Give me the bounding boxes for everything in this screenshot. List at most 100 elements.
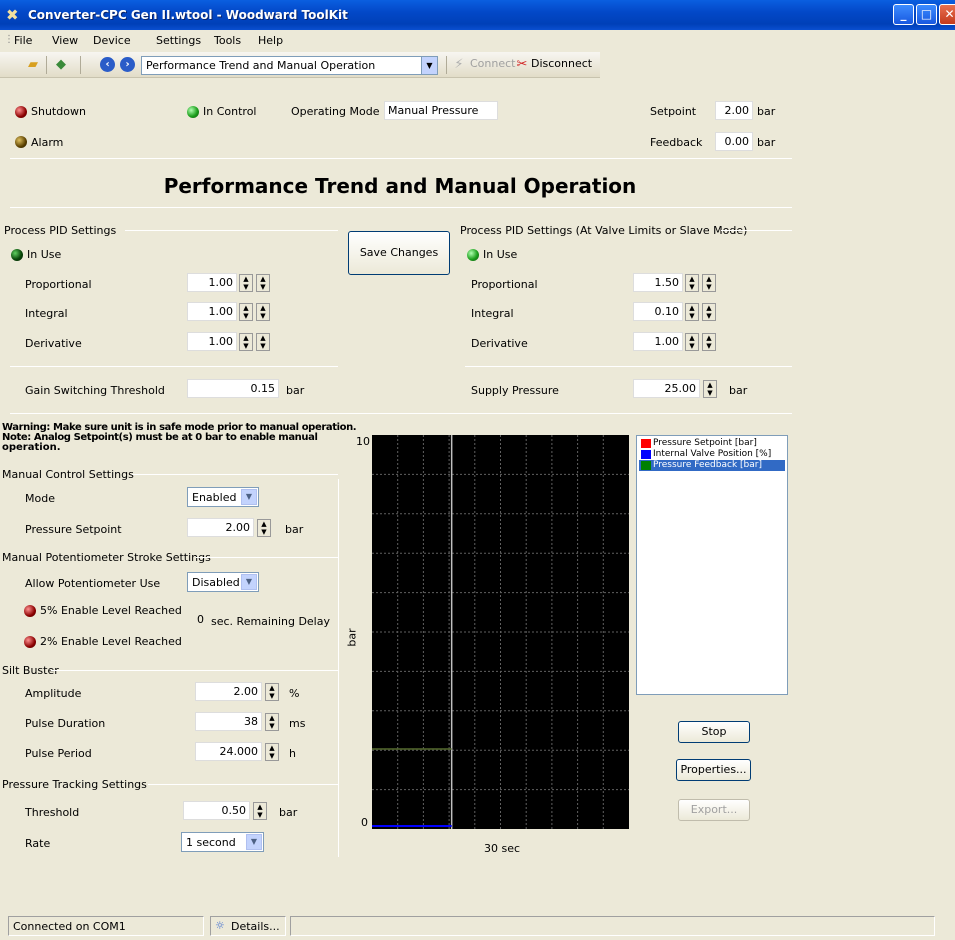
menu-device[interactable]: Device <box>93 34 131 47</box>
details-button[interactable]: ☼ Details... <box>210 916 286 936</box>
disconnect-icon: ✂ <box>516 57 528 72</box>
x-axis-label: 30 sec <box>484 842 521 855</box>
menu-tools[interactable]: Tools <box>214 34 241 47</box>
chevron-down-icon[interactable]: ▼ <box>421 57 437 74</box>
pid2-integral-label: Integral <box>471 307 514 320</box>
derivative-step-icon[interactable]: ▲ ▼ <box>239 333 253 351</box>
pid2-integral-step-icon[interactable]: ▲ ▼ <box>685 303 699 321</box>
mode-select[interactable]: Enabled ▼ <box>187 487 259 507</box>
pid2-proportional-label: Proportional <box>471 278 538 291</box>
chevron-down-icon[interactable]: ▼ <box>241 489 257 505</box>
divider <box>10 366 338 367</box>
legend-swatch <box>641 450 651 459</box>
amplitude-spinner[interactable]: ▲ ▼ <box>265 683 279 701</box>
proportional-input[interactable]: 1.00 <box>187 273 237 292</box>
pulse-duration-spinner[interactable]: ▲ ▼ <box>265 713 279 731</box>
pid2-integral-spinner[interactable]: ▲ ▼ <box>702 303 716 321</box>
menu-help[interactable]: Help <box>258 34 283 47</box>
rate-select-value: 1 second <box>186 836 236 849</box>
integral-spinner[interactable]: ▲ ▼ <box>256 303 270 321</box>
status-bar: Connected on COM1 ☼ Details... <box>0 912 955 940</box>
menu-grip-icon: ⋮ <box>4 34 14 45</box>
group-border <box>132 474 338 475</box>
properties-button[interactable]: Properties... <box>676 759 751 781</box>
chevron-down-icon[interactable]: ▼ <box>241 574 257 590</box>
chevron-down-icon[interactable]: ▼ <box>246 834 262 850</box>
maximize-button[interactable]: □ <box>916 4 937 25</box>
app-icon: ✖ <box>6 6 19 24</box>
amplitude-unit: % <box>289 687 300 700</box>
setpoint-label: Setpoint <box>650 105 697 118</box>
feedback-unit: bar <box>757 136 776 149</box>
remaining-delay-label: sec. Remaining Delay <box>211 615 330 628</box>
amplitude-label: Amplitude <box>25 687 82 700</box>
proportional-step-icon[interactable]: ▲ ▼ <box>239 274 253 292</box>
legend-item[interactable]: Internal Valve Position [%] <box>639 449 785 460</box>
forward-icon[interactable]: › <box>120 57 135 72</box>
proportional-spinner[interactable]: ▲ ▼ <box>256 274 270 292</box>
save-changes-button[interactable]: Save Changes <box>348 231 450 275</box>
derivative-spinner[interactable]: ▲ ▼ <box>256 333 270 351</box>
trend-chart[interactable] <box>372 435 629 829</box>
allow-pot-label: Allow Potentiometer Use <box>25 577 161 590</box>
pid2-proportional-input[interactable]: 1.50 <box>633 273 683 292</box>
close-button[interactable]: ✕ <box>939 4 955 25</box>
back-icon[interactable]: ‹ <box>100 57 115 72</box>
pulse-duration-input[interactable]: 38 <box>195 712 262 731</box>
threshold-spinner[interactable]: ▲ ▼ <box>253 802 267 820</box>
menu-settings[interactable]: Settings <box>156 34 201 47</box>
pid2-derivative-spinner[interactable]: ▲ ▼ <box>702 333 716 351</box>
menu-bar: ⋮ File View Device Settings Tools Help <box>0 30 955 52</box>
pot-group-title: Manual Potentiometer Stroke Settings <box>2 551 211 564</box>
gain-threshold-input[interactable]: 0.15 <box>187 379 279 398</box>
in-control-led-icon <box>187 106 199 118</box>
toolbar-separator <box>46 56 47 74</box>
allow-pot-select[interactable]: Disabled ▼ <box>187 572 259 592</box>
integral-step-icon[interactable]: ▲ ▼ <box>239 303 253 321</box>
feedback-value: 0.00 <box>715 132 753 151</box>
pid-in-use-led-icon <box>11 249 23 261</box>
minimize-button[interactable]: _ <box>893 4 914 25</box>
pressure-setpoint-label: Pressure Setpoint <box>25 523 122 536</box>
legend-item[interactable]: Pressure Feedback [bar] <box>639 460 785 471</box>
operating-mode-label: Operating Mode <box>291 105 380 118</box>
supply-pressure-input[interactable]: 25.00 <box>633 379 700 398</box>
enable2-label: 2% Enable Level Reached <box>40 635 182 648</box>
group-border <box>721 230 792 231</box>
disconnect-button[interactable]: Disconnect <box>531 57 592 70</box>
pressure-setpoint-input[interactable]: 2.00 <box>187 518 254 537</box>
threshold-input[interactable]: 0.50 <box>183 801 250 820</box>
legend-item[interactable]: Pressure Setpoint [bar] <box>639 438 785 449</box>
open-folder-icon[interactable]: ▰ <box>24 56 42 74</box>
menu-view[interactable]: View <box>52 34 78 47</box>
pid2-proportional-step-icon[interactable]: ▲ ▼ <box>685 274 699 292</box>
connect-button[interactable]: Connect <box>470 57 515 70</box>
title-bar[interactable]: ✖ Converter-CPC Gen II.wtool - Woodward … <box>0 0 955 30</box>
application-window: ✖ Converter-CPC Gen II.wtool - Woodward … <box>0 0 955 940</box>
stop-button[interactable]: Stop <box>678 721 750 743</box>
wizard-icon[interactable]: ◆ <box>52 56 70 74</box>
divider <box>465 366 792 367</box>
connection-status: Connected on COM1 <box>8 916 204 936</box>
page-selector[interactable]: Performance Trend and Manual Operation ▼ <box>141 56 438 75</box>
export-button[interactable]: Export... <box>678 799 750 821</box>
pid2-derivative-step-icon[interactable]: ▲ ▼ <box>685 333 699 351</box>
setpoint-unit: bar <box>757 105 776 118</box>
pressure-setpoint-spinner[interactable]: ▲ ▼ <box>257 519 271 537</box>
pid2-derivative-input[interactable]: 1.00 <box>633 332 683 351</box>
derivative-input[interactable]: 1.00 <box>187 332 237 351</box>
legend-swatch <box>641 439 651 448</box>
menu-file[interactable]: File <box>14 34 32 47</box>
amplitude-input[interactable]: 2.00 <box>195 682 262 701</box>
main-content: Shutdown In Control Operating Mode Manua… <box>0 79 955 909</box>
integral-label: Integral <box>25 307 68 320</box>
pulse-period-spinner[interactable]: ▲ ▼ <box>265 743 279 761</box>
rate-select[interactable]: 1 second ▼ <box>181 832 264 852</box>
pid2-proportional-spinner[interactable]: ▲ ▼ <box>702 274 716 292</box>
pid2-integral-input[interactable]: 0.10 <box>633 302 683 321</box>
integral-input[interactable]: 1.00 <box>187 302 237 321</box>
group-border <box>51 670 338 671</box>
pulse-period-input[interactable]: 24.000 <box>195 742 262 761</box>
trend-legend[interactable]: Pressure Setpoint [bar] Internal Valve Po… <box>636 435 788 695</box>
supply-pressure-spinner[interactable]: ▲ ▼ <box>703 380 717 398</box>
